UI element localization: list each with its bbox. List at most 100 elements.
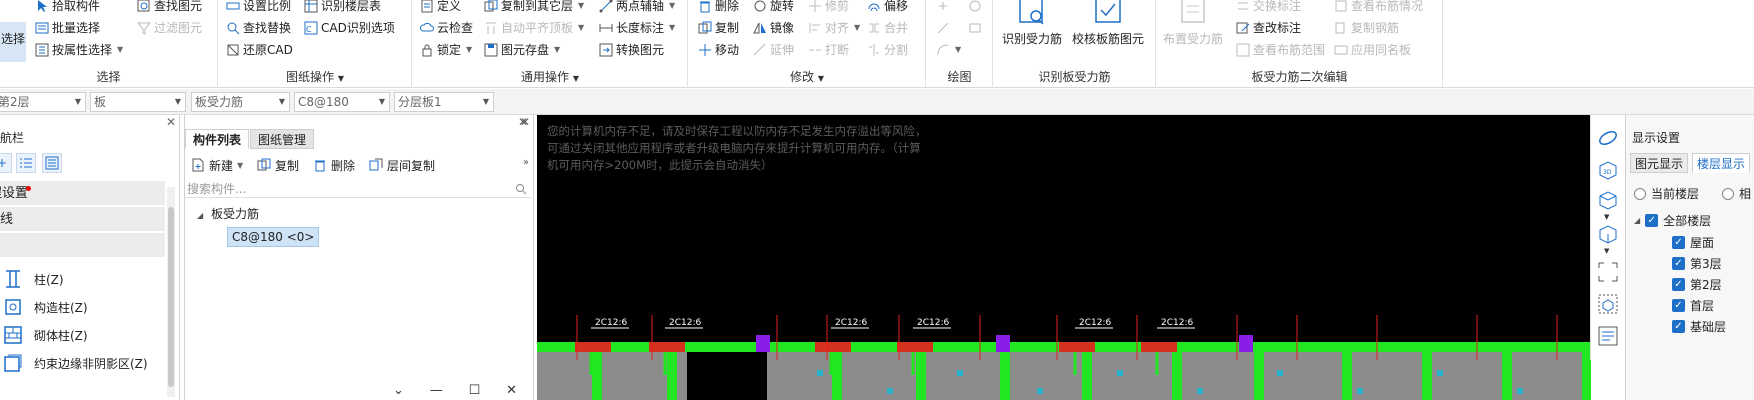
length-dimension-button[interactable]: 长度标注 ▼ [598, 18, 675, 38]
swap-label-button[interactable]: 交换标注 [1235, 0, 1301, 16]
collapse-arrow-icon[interactable]: ◢ [1634, 216, 1640, 225]
draw-rect-button[interactable] [967, 18, 982, 38]
list-view-button[interactable] [16, 153, 36, 173]
chevron-down-icon[interactable]: ⌄ [393, 383, 404, 398]
find-replace-button[interactable]: 查找替换 [225, 18, 291, 38]
nav-item-masonry-column[interactable]: 砌体柱(Z) [0, 322, 165, 348]
element-save-button[interactable]: 图元存盘 ▼ [483, 40, 560, 60]
floor-checkbox[interactable]: ✓ 第2层 [1672, 276, 1722, 293]
view-3d-icon[interactable]: 3D [1597, 159, 1619, 181]
new-component-button[interactable]: 新建 ▼ [191, 155, 243, 175]
two-point-axis-button[interactable]: 两点辅轴 ▼ [598, 0, 675, 16]
cloud-check-button[interactable]: 云检查 [419, 18, 473, 38]
nav-row-project-setup[interactable]: 工程设置 [0, 181, 165, 206]
close-icon[interactable]: ✕ [518, 115, 528, 129]
drawing-canvas[interactable]: 您的计算机内存不足，请及时保存工程以防内存不足发生内存溢出等风险，可通过关闭其他… [537, 115, 1591, 400]
delete-component-button[interactable]: 删除 [313, 155, 355, 175]
view-iso-icon[interactable] [1597, 223, 1619, 245]
checkbox-checked[interactable]: ✓ [1672, 257, 1685, 270]
apply-same-name-button[interactable]: 应用同名板 [1333, 40, 1411, 60]
identify-floor-table-button[interactable]: 识别楼层表 [303, 0, 381, 16]
attribute-select-button[interactable]: 按属性选择 ▼ [34, 40, 123, 60]
component-search-input[interactable]: 搜索构件... [185, 180, 531, 198]
edit-label-button[interactable]: 查改标注 [1235, 18, 1301, 38]
draw-point-button[interactable] [935, 0, 950, 16]
checkbox-checked[interactable]: ✓ [1672, 299, 1685, 312]
trim-button[interactable]: 修剪 [807, 0, 849, 16]
set-scale-button[interactable]: 设置比例 [225, 0, 291, 16]
more-tools-icon[interactable]: » [523, 157, 529, 168]
filter-element-button[interactable]: 过滤图元 [136, 18, 202, 38]
draw-rotate-point-button[interactable] [967, 0, 982, 16]
tree-leaf-selected[interactable]: C8@180 <0> [227, 227, 320, 247]
orbit-icon[interactable] [1597, 127, 1619, 149]
chevron-down-icon[interactable]: ▼ [1604, 247, 1609, 255]
floor-checkbox[interactable]: ✓ 基础层 [1672, 318, 1726, 335]
layer-select[interactable]: 分层板1 ▼ [394, 92, 494, 112]
radio-other-floor[interactable]: 相 [1722, 185, 1751, 202]
tab-floor-display[interactable]: 楼层显示 [1692, 153, 1751, 173]
search-icon[interactable] [515, 183, 527, 195]
floor-checkbox[interactable]: ✓ 屋面 [1672, 234, 1714, 251]
all-floors-checkbox[interactable]: ◢ ✓ 全部楼层 [1634, 212, 1711, 229]
lock-button[interactable]: 锁定 ▼ [419, 40, 472, 60]
checkbox-checked[interactable]: ✓ [1672, 278, 1685, 291]
cad-options-button[interactable]: C CAD识别选项 [303, 18, 395, 38]
spec-select[interactable]: C8@180 ▼ [294, 92, 390, 112]
zoom-element-icon[interactable] [1597, 293, 1619, 315]
auto-align-top-slab-button[interactable]: 自动平齐顶板 ▼ [483, 18, 584, 38]
floor-checkbox[interactable]: ✓ 首层 [1672, 297, 1714, 314]
copy-button[interactable]: 复制 [697, 18, 739, 38]
nav-scrollbar[interactable] [167, 187, 175, 397]
checkbox-checked[interactable]: ✓ [1672, 320, 1685, 333]
chevron-down-icon[interactable]: ▼ [1604, 213, 1609, 221]
add-tool-button[interactable]: + [0, 153, 12, 173]
copy-to-other-floor-button[interactable]: 复制到其它层 ▼ [483, 0, 584, 16]
pick-component-button[interactable]: 拾取构件 [34, 0, 100, 16]
nav-row-axis[interactable]: 轴线 [0, 207, 165, 232]
batch-select-button[interactable]: 批量选择 [34, 18, 100, 38]
place-rebar-button[interactable]: 布置受力筋 [1163, 0, 1223, 47]
split-button[interactable]: 分割 [866, 40, 908, 60]
close-icon[interactable]: ✕ [506, 383, 517, 398]
restore-cad-button[interactable]: 还原CAD [225, 40, 293, 60]
fit-view-icon[interactable] [1597, 261, 1619, 283]
view-rebar-status-button[interactable]: 查看布筋情况 [1333, 0, 1423, 16]
select-button[interactable]: 选择 [0, 22, 26, 62]
category-select[interactable]: 板 ▼ [90, 92, 186, 112]
plan-view[interactable]: 2C12:6 2C12:6 2C12:6 2C12:6 2C12:6 2C12:6 [537, 115, 1591, 400]
maximize-icon[interactable]: ☐ [469, 383, 481, 398]
tab-component-list[interactable]: 构件列表 [185, 129, 250, 149]
type-select[interactable]: 板受力筋 ▼ [191, 92, 290, 112]
draw-line-button[interactable] [935, 18, 950, 38]
nav-item-boundary-zone[interactable]: 约束边缘非阴影区(Z) [0, 350, 165, 376]
delete-button[interactable]: 删除 [697, 0, 739, 16]
draw-arc-button[interactable]: ▼ [935, 40, 961, 60]
rotate-button[interactable]: 旋转 [752, 0, 794, 16]
copy-component-button[interactable]: 复制 [257, 155, 299, 175]
offset-button[interactable]: 偏移 [866, 0, 908, 16]
extend-button[interactable]: 延伸 [752, 40, 794, 60]
convert-element-button[interactable]: 转换图元 [598, 40, 664, 60]
tab-element-display[interactable]: 图元显示 [1630, 153, 1689, 173]
radio-circle[interactable] [1722, 187, 1734, 200]
find-element-button[interactable]: 查找图元 [136, 0, 202, 16]
properties-icon[interactable] [1597, 325, 1619, 347]
radio-current-floor[interactable]: 当前楼层 [1634, 185, 1699, 202]
nav-row-column[interactable]: 柱 [0, 233, 165, 258]
checkbox-checked[interactable]: ✓ [1672, 236, 1685, 249]
merge-button[interactable]: 合并 [866, 18, 908, 38]
view-rebar-range-button[interactable]: 查看布筋范围 [1235, 40, 1325, 60]
floor-checkbox[interactable]: ✓ 第3层 [1672, 255, 1722, 272]
nav-item-column[interactable]: 柱(Z) [0, 266, 165, 292]
copy-rebar-button[interactable]: 复制钢筋 [1333, 18, 1399, 38]
expand-arrow-icon[interactable]: ◢ [197, 211, 203, 220]
view-top-icon[interactable] [1597, 189, 1619, 211]
define-button[interactable]: 定义 [419, 0, 461, 16]
align-button[interactable]: 对齐 ▼ [807, 18, 860, 38]
identify-rebar-button[interactable]: 识别受力筋 [1002, 0, 1062, 47]
minimize-icon[interactable]: — [430, 383, 443, 398]
floor-select[interactable]: 第2层 ▼ [0, 92, 86, 112]
radio-circle[interactable] [1634, 187, 1646, 200]
tree-node-slab-rebar[interactable]: ◢ 板受力筋 [197, 205, 259, 222]
